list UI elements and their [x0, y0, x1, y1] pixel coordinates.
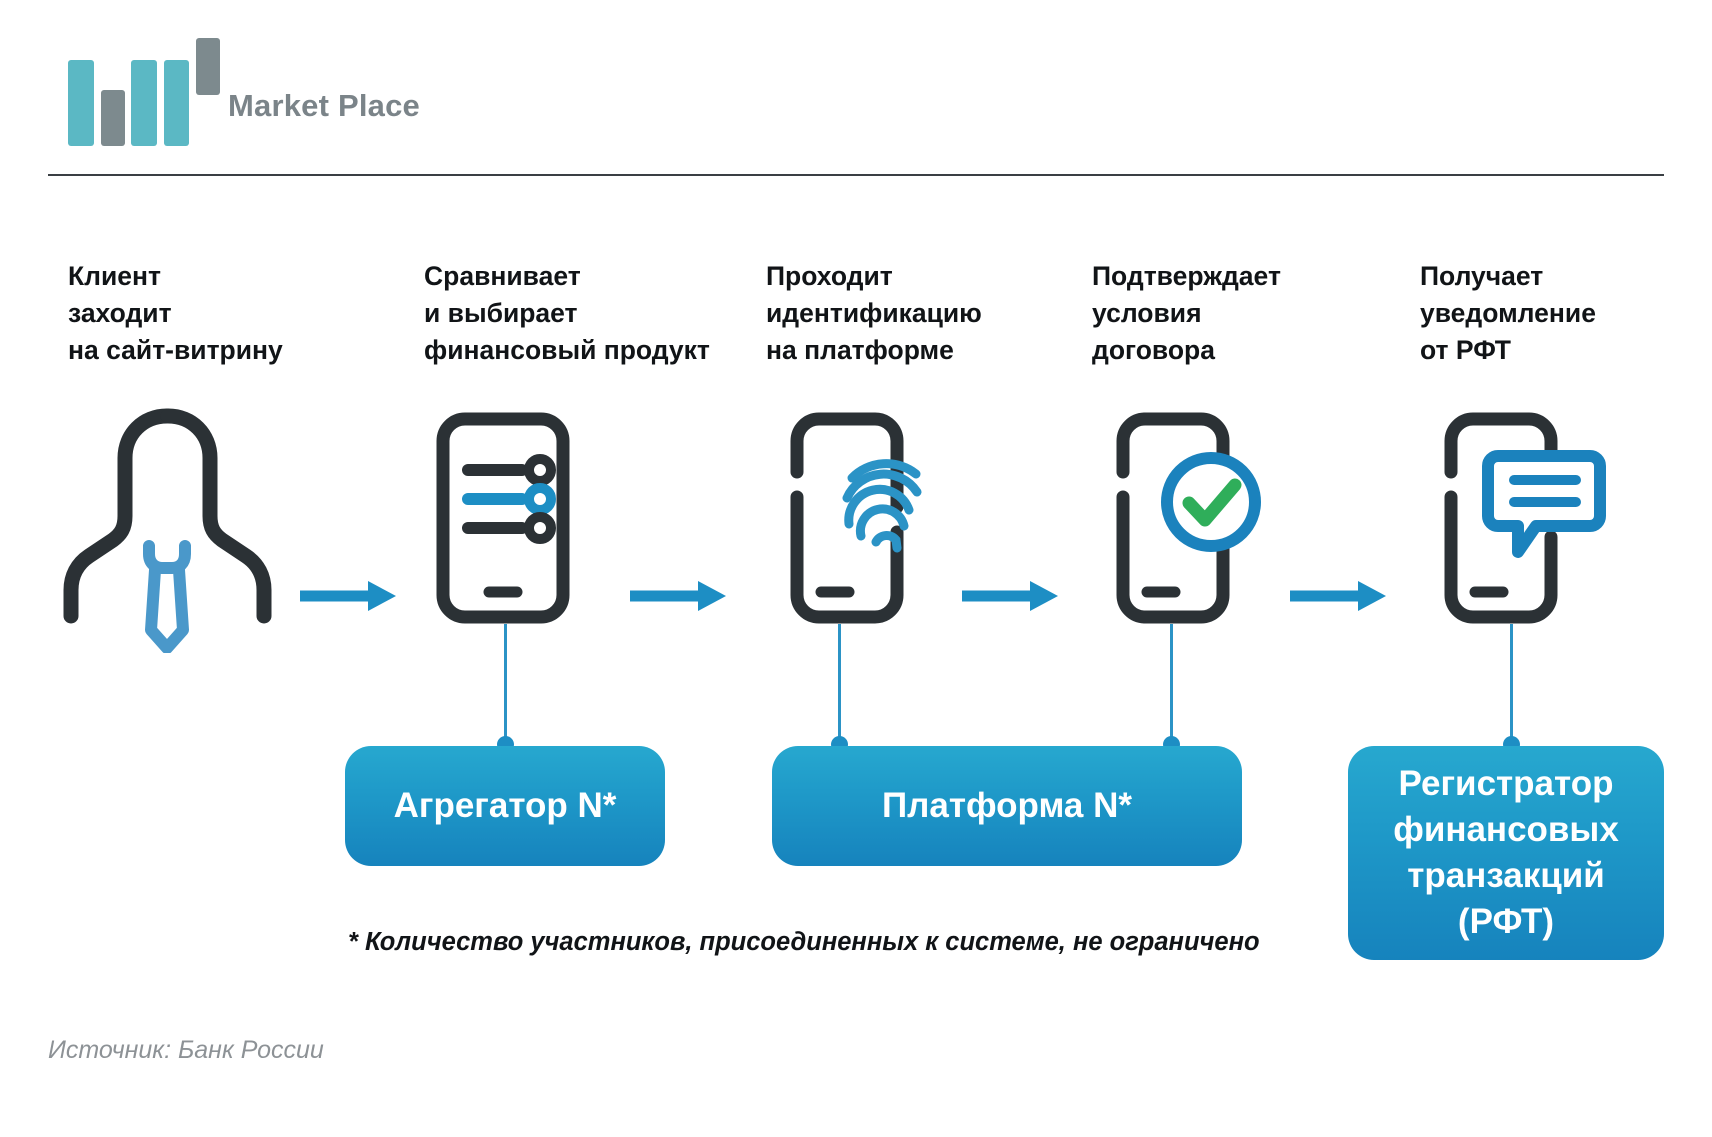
- box-platform[interactable]: Платформа N*: [772, 746, 1242, 866]
- flow-arrow-2: [628, 578, 728, 614]
- step-caption-confirm: Подтверждает условия договора: [1092, 261, 1281, 365]
- footnote: * Количество участников, присоединенных …: [348, 928, 1260, 956]
- market-place-logo-mark: [60, 38, 220, 148]
- connector-line-platform-left: [838, 624, 841, 744]
- person-with-tie-icon: [55, 408, 280, 654]
- infographic-canvas: Market Place Клиент заходит на сайт-витр…: [0, 0, 1712, 1137]
- logo-bar-3: [131, 60, 157, 146]
- flow-arrow-4: [1288, 578, 1388, 614]
- step-caption-identify: Проходит идентификацию на платформе: [766, 261, 982, 365]
- box-platform-label: Платформа N*: [882, 786, 1132, 825]
- step-caption-compare: Сравнивает и выбирает финансовый продукт: [424, 261, 710, 365]
- brand-logo: Market Place: [60, 38, 580, 146]
- connector-line-platform-right: [1170, 624, 1173, 744]
- logo-bar-1: [68, 60, 94, 146]
- box-aggregator[interactable]: Агрегатор N*: [345, 746, 665, 866]
- flow-arrow-3: [960, 578, 1060, 614]
- brand-name: Market Place: [228, 88, 420, 123]
- phone-check-icon: [1094, 412, 1264, 624]
- connector-line-aggregator: [504, 624, 507, 744]
- logo-bar-4: [164, 60, 189, 146]
- phone-fingerprint-icon: [768, 412, 928, 624]
- header-divider: [48, 174, 1664, 176]
- logo-bar-2: [101, 90, 125, 146]
- logo-bar-5: [196, 38, 220, 95]
- step-caption-notify: Получает уведомление от РФТ: [1420, 261, 1596, 365]
- connector-line-registrar: [1510, 624, 1513, 744]
- phone-list-icon: [436, 412, 570, 624]
- source-caption: Источник: Банк России: [48, 1036, 324, 1064]
- step-caption-client: Клиент заходит на сайт-витрину: [68, 261, 283, 365]
- box-registrar[interactable]: Регистратор финансовых транзакций (РФТ): [1348, 746, 1664, 960]
- phone-message-icon: [1422, 412, 1612, 624]
- box-aggregator-label: Агрегатор N*: [393, 786, 617, 825]
- box-registrar-label: Регистратор финансовых транзакций (РФТ): [1393, 764, 1619, 941]
- flow-arrow-1: [298, 578, 398, 614]
